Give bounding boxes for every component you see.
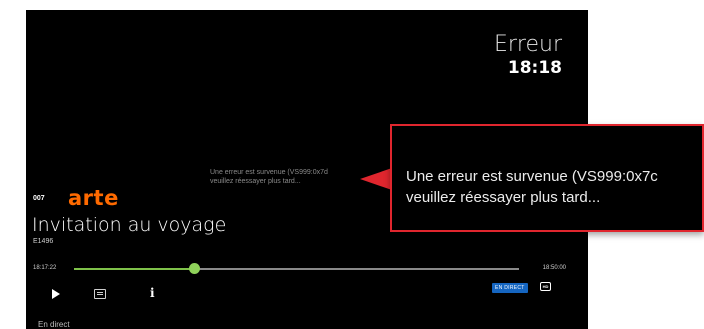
clock: 18:18 — [507, 58, 562, 78]
error-message-line1: Une erreur est survenue (VS999:0x7d — [210, 169, 328, 176]
error-message-line2: veuillez réessayer plus tard... — [210, 178, 301, 185]
callout-line2: veuillez réessayer plus tard... — [406, 189, 601, 206]
progress-handle[interactable] — [189, 263, 201, 274]
progress-fill — [74, 268, 195, 270]
error-title: Erreur — [493, 32, 562, 57]
channel-logo: arte — [68, 186, 119, 210]
episode-number: E1496 — [33, 238, 54, 245]
callout-text: Une erreur est survenue (VS999:0x7c veui… — [406, 166, 702, 208]
error-callout: Une erreur est survenue (VS999:0x7c veui… — [390, 124, 704, 232]
start-time: 18:17:22 — [33, 265, 57, 271]
info-icon[interactable]: i — [150, 286, 155, 300]
subtitles-icon[interactable] — [94, 289, 106, 299]
live-status: En direct — [38, 320, 70, 329]
end-time: 18:50:00 — [542, 265, 566, 271]
program-title: Invitation au voyage — [32, 214, 227, 236]
error-message: Une erreur est survenue (VS999:0x7d veui… — [210, 168, 360, 186]
play-icon[interactable] — [52, 289, 60, 299]
progress-track[interactable] — [74, 263, 519, 274]
callout-pointer — [360, 168, 392, 190]
callout-line1: Une erreur est survenue (VS999:0x7c — [406, 168, 658, 185]
hd-icon: HD — [540, 282, 551, 291]
channel-number: 007 — [33, 195, 45, 202]
live-badge: EN DIRECT — [492, 283, 528, 293]
